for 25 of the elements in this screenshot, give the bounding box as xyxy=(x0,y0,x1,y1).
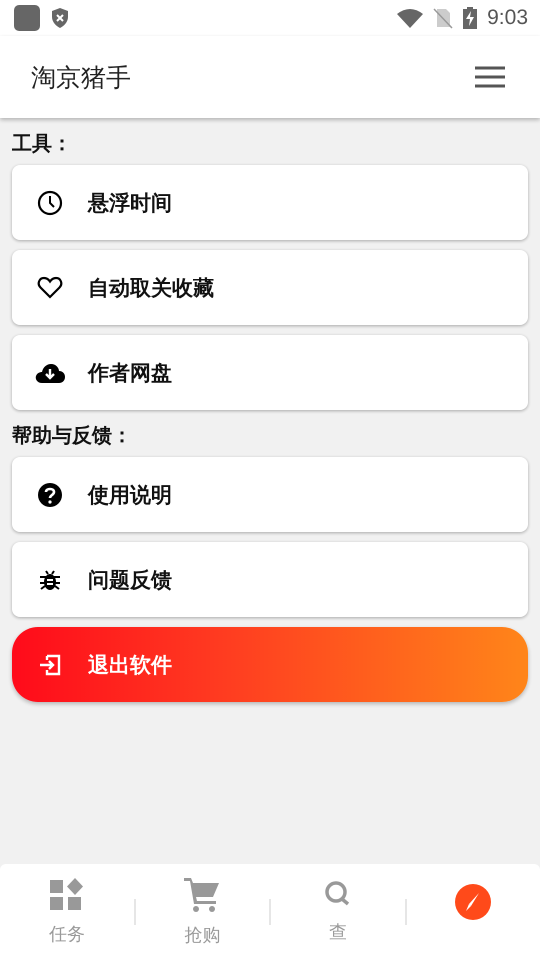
clock-icon xyxy=(37,190,63,216)
help-icon xyxy=(37,482,63,508)
widgets-icon xyxy=(50,878,84,912)
no-sim-icon xyxy=(433,7,454,29)
menu-card[interactable]: 悬浮时间 xyxy=(12,165,528,240)
app-notification-icon xyxy=(14,5,40,31)
cart-icon xyxy=(184,877,220,913)
menu-icon[interactable] xyxy=(475,66,505,88)
exit-icon xyxy=(38,652,62,676)
wifi-icon xyxy=(397,8,424,28)
section-title: 帮助与反馈： xyxy=(12,422,132,449)
shield-icon xyxy=(50,7,70,29)
compass-icon xyxy=(455,884,492,920)
clock-time: 9:03 xyxy=(487,6,528,30)
bug-icon xyxy=(38,568,62,592)
section-title: 工具： xyxy=(12,130,72,157)
heart-icon xyxy=(37,276,63,300)
app-title: 淘京猪手 xyxy=(31,62,131,94)
menu-card[interactable]: 问题反馈 xyxy=(12,542,528,617)
menu-card[interactable]: 使用说明 xyxy=(12,457,528,532)
menu-card[interactable]: 自动取关收藏 xyxy=(12,250,528,325)
menu-card[interactable]: 作者网盘 xyxy=(12,335,528,410)
cloud-download-icon xyxy=(35,362,65,384)
exit-button[interactable]: 退出软件 xyxy=(12,627,528,702)
battery-icon xyxy=(463,7,478,29)
